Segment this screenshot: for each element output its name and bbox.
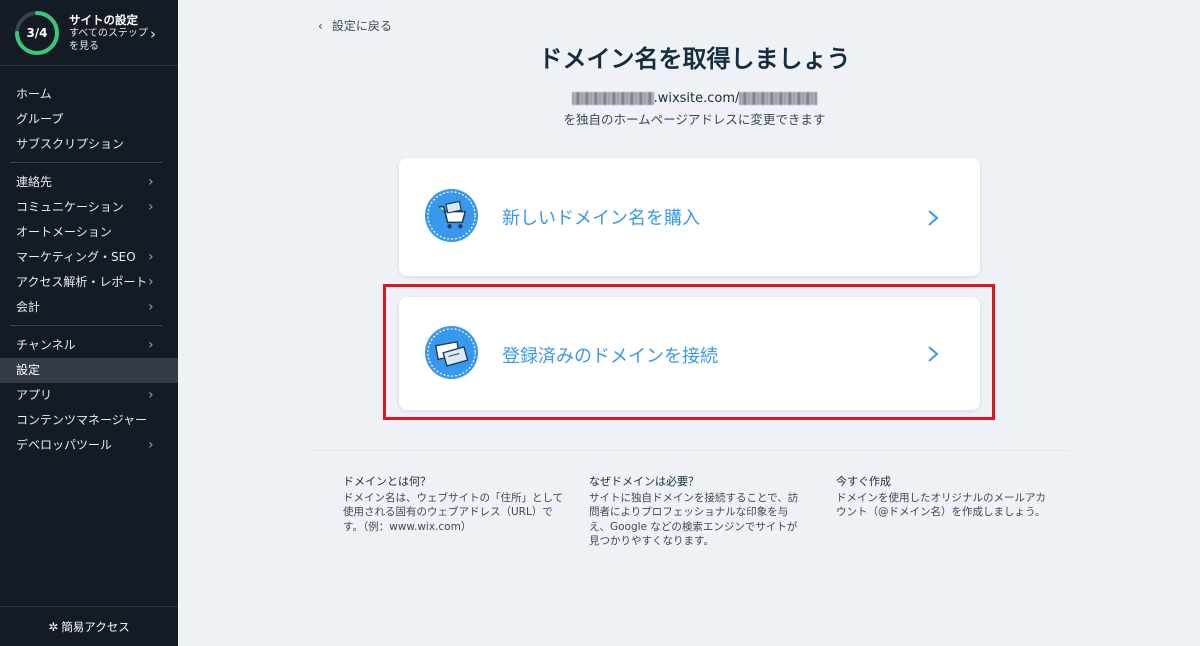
chevron-right-icon: › xyxy=(148,337,154,353)
sidebar-item-label: 設定 xyxy=(16,363,41,377)
sidebar-item-contacts[interactable]: 連絡先 › xyxy=(0,170,178,195)
info-heading: なぜドメインは必要？ xyxy=(589,475,699,488)
info-create-now: 今すぐ作成 ドメインを使用したオリジナルのメールアカウント（@ドメイン名）を作成… xyxy=(836,475,1050,520)
sidebar-item-content-manager[interactable]: コンテンツマネージャー xyxy=(0,408,178,433)
sidebar-item-label: オートメーション xyxy=(16,225,112,239)
setup-subtitle: すべてのステップを見る xyxy=(69,28,148,52)
sidebar-item-label: コミュニケーション xyxy=(16,200,124,214)
info-why-domain: なぜドメインは必要？ サイトに独自ドメインを接続することで、訪問者によりプロフェ… xyxy=(589,475,801,549)
sidebar-divider xyxy=(10,325,162,326)
connect-domain-card[interactable]: 登録済みのドメインを接続 xyxy=(399,297,980,410)
info-heading: ドメインとは何？ xyxy=(343,475,431,488)
page-title: ドメイン名を取得しましょう xyxy=(538,45,851,73)
url-description: を独自のホームページアドレスに変更できます xyxy=(563,112,826,127)
sidebar-item-label: チャンネル xyxy=(16,338,76,352)
sidebar-item-label: ホーム xyxy=(16,87,52,101)
sidebar-item-analytics[interactable]: アクセス解析・レポート › xyxy=(0,270,178,295)
sidebar-item-accounting[interactable]: 会計 › xyxy=(0,295,178,320)
sidebar-item-home[interactable]: ホーム xyxy=(0,82,178,107)
progress-label: 3/4 xyxy=(26,26,48,40)
sidebar-item-automations[interactable]: オートメーション xyxy=(0,220,178,245)
connect-domain-label: 登録済みのドメインを接続 xyxy=(502,346,718,367)
chevron-right-icon: › xyxy=(148,274,154,290)
info-body: ドメイン名は、ウェブサイトの「住所」として使用される固有のウェブアドレス（URL… xyxy=(343,491,564,533)
chevron-right-icon: › xyxy=(148,199,154,215)
buy-domain-label: 新しいドメイン名を購入 xyxy=(502,208,700,229)
buy-domain-card[interactable]: 新しいドメイン名を購入 xyxy=(399,158,980,276)
sidebar-item-communications[interactable]: コミュニケーション › xyxy=(0,195,178,220)
chevron-right-icon: › xyxy=(148,174,154,190)
current-site-url: .wixsite.com/ xyxy=(300,91,1089,106)
redacted-site-name xyxy=(739,92,818,105)
sidebar-item-developer-tools[interactable]: デベロッパツール › xyxy=(0,433,178,458)
chevron-right-icon: › xyxy=(148,437,154,453)
sidebar-item-marketing-seo[interactable]: マーケティング・SEO › xyxy=(0,245,178,270)
info-heading: 今すぐ作成 xyxy=(836,475,891,488)
sidebar-item-label: デベロッパツール xyxy=(16,438,113,452)
back-label: 設定に戻る xyxy=(331,19,392,33)
sidebar-item-settings[interactable]: 設定 xyxy=(0,358,178,383)
chevron-right-icon xyxy=(928,346,939,362)
redacted-username xyxy=(571,92,654,105)
chevron-right-icon: › xyxy=(148,299,154,315)
quick-access-label: 簡易アクセス xyxy=(61,620,130,634)
sidebar-item-label: サブスクリプション xyxy=(16,137,125,151)
sidebar-item-channels[interactable]: チャンネル › xyxy=(0,333,178,358)
chevron-right-icon: › xyxy=(150,25,156,43)
shopping-cart-icon xyxy=(424,188,479,243)
sidebar-item-label: アプリ xyxy=(16,388,53,402)
section-divider xyxy=(313,450,1069,451)
chevron-right-icon: › xyxy=(148,249,154,265)
sidebar-item-subscriptions[interactable]: サブスクリプション xyxy=(0,132,178,157)
url-domain: .wixsite.com/ xyxy=(653,91,740,106)
sidebar-item-groups[interactable]: グループ xyxy=(0,107,178,132)
sidebar-item-label: グループ xyxy=(16,112,64,126)
sidebar-item-apps[interactable]: アプリ › xyxy=(0,383,178,408)
back-to-settings-link[interactable]: ‹ 設定に戻る xyxy=(318,17,392,34)
domain-cards-icon xyxy=(424,325,479,380)
info-body: サイトに独自ドメインを接続することで、訪問者によりプロフェッショナルな印象を与え… xyxy=(589,491,799,548)
quick-access-button[interactable]: ✲ 簡易アクセス xyxy=(0,606,178,646)
sidebar-item-label: コンテンツマネージャー xyxy=(16,413,148,427)
setup-title: サイトの設定 xyxy=(69,13,138,27)
sidebar: 3/4 サイトの設定 すべてのステップを見る › ホーム グループ サブスクリプ… xyxy=(0,0,178,646)
info-body: ドメインを使用したオリジナルのメールアカウント（@ドメイン名）を作成しましょう。 xyxy=(836,491,1046,519)
site-setup-progress[interactable]: 3/4 サイトの設定 すべてのステップを見る › xyxy=(0,0,178,66)
sidebar-item-label: マーケティング・SEO xyxy=(16,250,136,264)
sidebar-item-label: 連絡先 xyxy=(16,175,53,189)
sidebar-divider xyxy=(10,162,162,163)
chevron-right-icon xyxy=(928,210,939,226)
info-what-is-domain: ドメインとは何？ ドメイン名は、ウェブサイトの「住所」として使用される固有のウェ… xyxy=(343,475,565,534)
sidebar-item-label: 会計 xyxy=(16,300,41,314)
sparkle-icon: ✲ xyxy=(48,620,59,634)
chevron-left-icon: ‹ xyxy=(318,19,323,33)
sidebar-item-label: アクセス解析・レポート xyxy=(16,275,148,289)
chevron-right-icon: › xyxy=(148,387,154,403)
